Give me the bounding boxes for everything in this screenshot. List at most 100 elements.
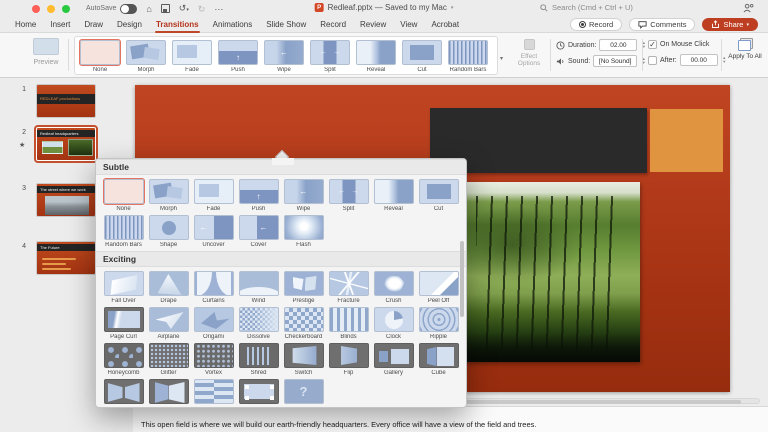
transition-option-push[interactable]: Push: [236, 178, 281, 212]
transition-option-split[interactable]: Split: [307, 39, 353, 73]
zoom-transition-icon: [238, 379, 279, 404]
comments-button[interactable]: Comments: [629, 18, 696, 31]
transition-option-morph[interactable]: Morph: [123, 39, 169, 73]
transition-option-zoom[interactable]: [236, 378, 281, 406]
titlebar-actions: Record Comments Share ▾: [570, 18, 758, 31]
transition-option-shape[interactable]: Shape: [146, 214, 191, 248]
transition-option-wipe[interactable]: Wipe: [281, 178, 326, 212]
slide-thumbnail-1[interactable]: REDLEAF productions: [36, 84, 96, 118]
transition-option-fade[interactable]: Fade: [191, 178, 236, 212]
tab-animations[interactable]: Animations: [206, 18, 260, 32]
search-input[interactable]: Search (Cmd + Ctrl + U): [540, 3, 690, 12]
transition-option-glitter[interactable]: Glitter: [146, 342, 191, 376]
transition-option-random-bars[interactable]: Random Bars: [445, 39, 491, 73]
transition-option-reveal[interactable]: Reveal: [371, 178, 416, 212]
tab-insert[interactable]: Insert: [43, 18, 77, 32]
transition-option-prestige[interactable]: Prestige: [281, 270, 326, 304]
duration-input[interactable]: 02.00: [599, 39, 638, 51]
transition-option-cube[interactable]: Cube: [416, 342, 461, 376]
transition-option-morph[interactable]: Morph: [146, 178, 191, 212]
transition-option-random-bars[interactable]: Random Bars: [101, 214, 146, 248]
autosave-toggle[interactable]: [120, 3, 138, 14]
transition-option-uncover[interactable]: Uncover: [191, 214, 236, 248]
transition-option-checkerboard[interactable]: Checkerboard: [281, 306, 326, 340]
transition-option-crush[interactable]: Crush: [371, 270, 416, 304]
record-button[interactable]: Record: [570, 18, 623, 31]
transition-option-box[interactable]: [146, 378, 191, 406]
morph-transition-icon: [126, 40, 166, 65]
apply-to-all-button[interactable]: Apply To All: [727, 38, 763, 60]
transition-option-cut[interactable]: Cut: [399, 39, 445, 73]
slide-thumbnail-4[interactable]: The Future: [36, 241, 96, 275]
transition-option-split[interactable]: Split: [326, 178, 371, 212]
share-people-icon[interactable]: [743, 3, 754, 13]
transition-option-fade[interactable]: Fade: [169, 39, 215, 73]
transition-option-blinds[interactable]: Blinds: [326, 306, 371, 340]
transition-option-push[interactable]: Push: [215, 39, 261, 73]
tab-record[interactable]: Record: [313, 18, 353, 32]
transition-option-fracture[interactable]: Fracture: [326, 270, 371, 304]
on-mouse-click-checkbox[interactable]: ✓: [648, 40, 657, 49]
transition-option-reveal[interactable]: Reveal: [353, 39, 399, 73]
transition-option-curtains[interactable]: Curtains: [191, 270, 236, 304]
tab-acrobat[interactable]: Acrobat: [424, 18, 466, 32]
after-input[interactable]: 00.00: [679, 54, 718, 66]
transition-option-flash[interactable]: Flash: [281, 214, 326, 248]
minimize-window-button[interactable]: [47, 4, 55, 13]
transition-option-clock[interactable]: Clock: [371, 306, 416, 340]
gallery-more-button[interactable]: ▾: [500, 55, 503, 62]
tab-draw[interactable]: Draw: [77, 18, 110, 32]
transition-option-doors[interactable]: [101, 378, 146, 406]
effect-options-button[interactable]: Effect Options: [512, 39, 546, 67]
preview-button[interactable]: Preview: [26, 38, 66, 66]
more-commands-icon[interactable]: ⋯: [214, 4, 223, 14]
dropdown-scrollbar[interactable]: [460, 241, 464, 317]
sound-input[interactable]: [No Sound]: [593, 55, 638, 67]
slide-thumbnail-2[interactable]: Redleaf headquarters: [34, 125, 98, 163]
share-button[interactable]: Share ▾: [702, 18, 758, 31]
undo-icon[interactable]: ↺▾: [179, 3, 189, 15]
window-controls: [32, 4, 70, 13]
transition-option-wipe[interactable]: Wipe: [261, 39, 307, 73]
home-icon[interactable]: ⌂: [146, 4, 151, 14]
transition-option-airplane[interactable]: Airplane: [146, 306, 191, 340]
transition-option-comb[interactable]: [191, 378, 236, 406]
tab-home[interactable]: Home: [8, 18, 43, 32]
close-window-button[interactable]: [32, 4, 40, 13]
tab-transitions[interactable]: Transitions: [149, 18, 206, 33]
slide-accent-square[interactable]: [650, 109, 723, 172]
transitions-ribbon: Preview NoneMorphFadePushWipeSplitReveal…: [0, 33, 768, 78]
redo-icon[interactable]: ↻: [198, 4, 206, 14]
tab-review[interactable]: Review: [353, 18, 393, 32]
transition-option-none[interactable]: None: [77, 39, 123, 73]
slide-thumbnail-3[interactable]: The street where we work: [36, 183, 96, 217]
zoom-window-button[interactable]: [62, 4, 70, 13]
transition-option-cut[interactable]: Cut: [416, 178, 461, 212]
transition-option-honeycomb[interactable]: Honeycomb: [101, 342, 146, 376]
transition-option-shred[interactable]: Shred: [236, 342, 281, 376]
share-icon: [712, 20, 720, 28]
transition-option-none[interactable]: None: [101, 178, 146, 212]
after-checkbox[interactable]: [648, 55, 657, 65]
transition-option-origami[interactable]: Origami: [191, 306, 236, 340]
transition-option-drape[interactable]: Drape: [146, 270, 191, 304]
transition-option-cover[interactable]: Cover: [236, 214, 281, 248]
transition-option-page-curl[interactable]: Page Curl: [101, 306, 146, 340]
transition-option-flip[interactable]: Flip: [326, 342, 371, 376]
transition-option-peel-off[interactable]: Peel Off: [416, 270, 461, 304]
tab-slide-show[interactable]: Slide Show: [259, 18, 313, 32]
notes-pane[interactable]: This open field is where we will build o…: [133, 406, 768, 432]
transition-option-vortex[interactable]: Vortex: [191, 342, 236, 376]
transition-option-gallery[interactable]: Gallery: [371, 342, 416, 376]
transition-option-fall-over[interactable]: Fall Over: [101, 270, 146, 304]
speaker-icon: [556, 57, 564, 65]
document-title[interactable]: P Redleaf.pptx — Saved to my Mac ▾: [314, 3, 453, 12]
transition-option-switch[interactable]: Switch: [281, 342, 326, 376]
transition-option-random[interactable]: [281, 378, 326, 406]
save-icon[interactable]: [160, 4, 170, 13]
transition-option-dissolve[interactable]: Dissolve: [236, 306, 281, 340]
transition-option-ripple[interactable]: Ripple: [416, 306, 461, 340]
tab-view[interactable]: View: [393, 18, 424, 32]
transition-option-wind[interactable]: Wind: [236, 270, 281, 304]
tab-design[interactable]: Design: [110, 18, 149, 32]
